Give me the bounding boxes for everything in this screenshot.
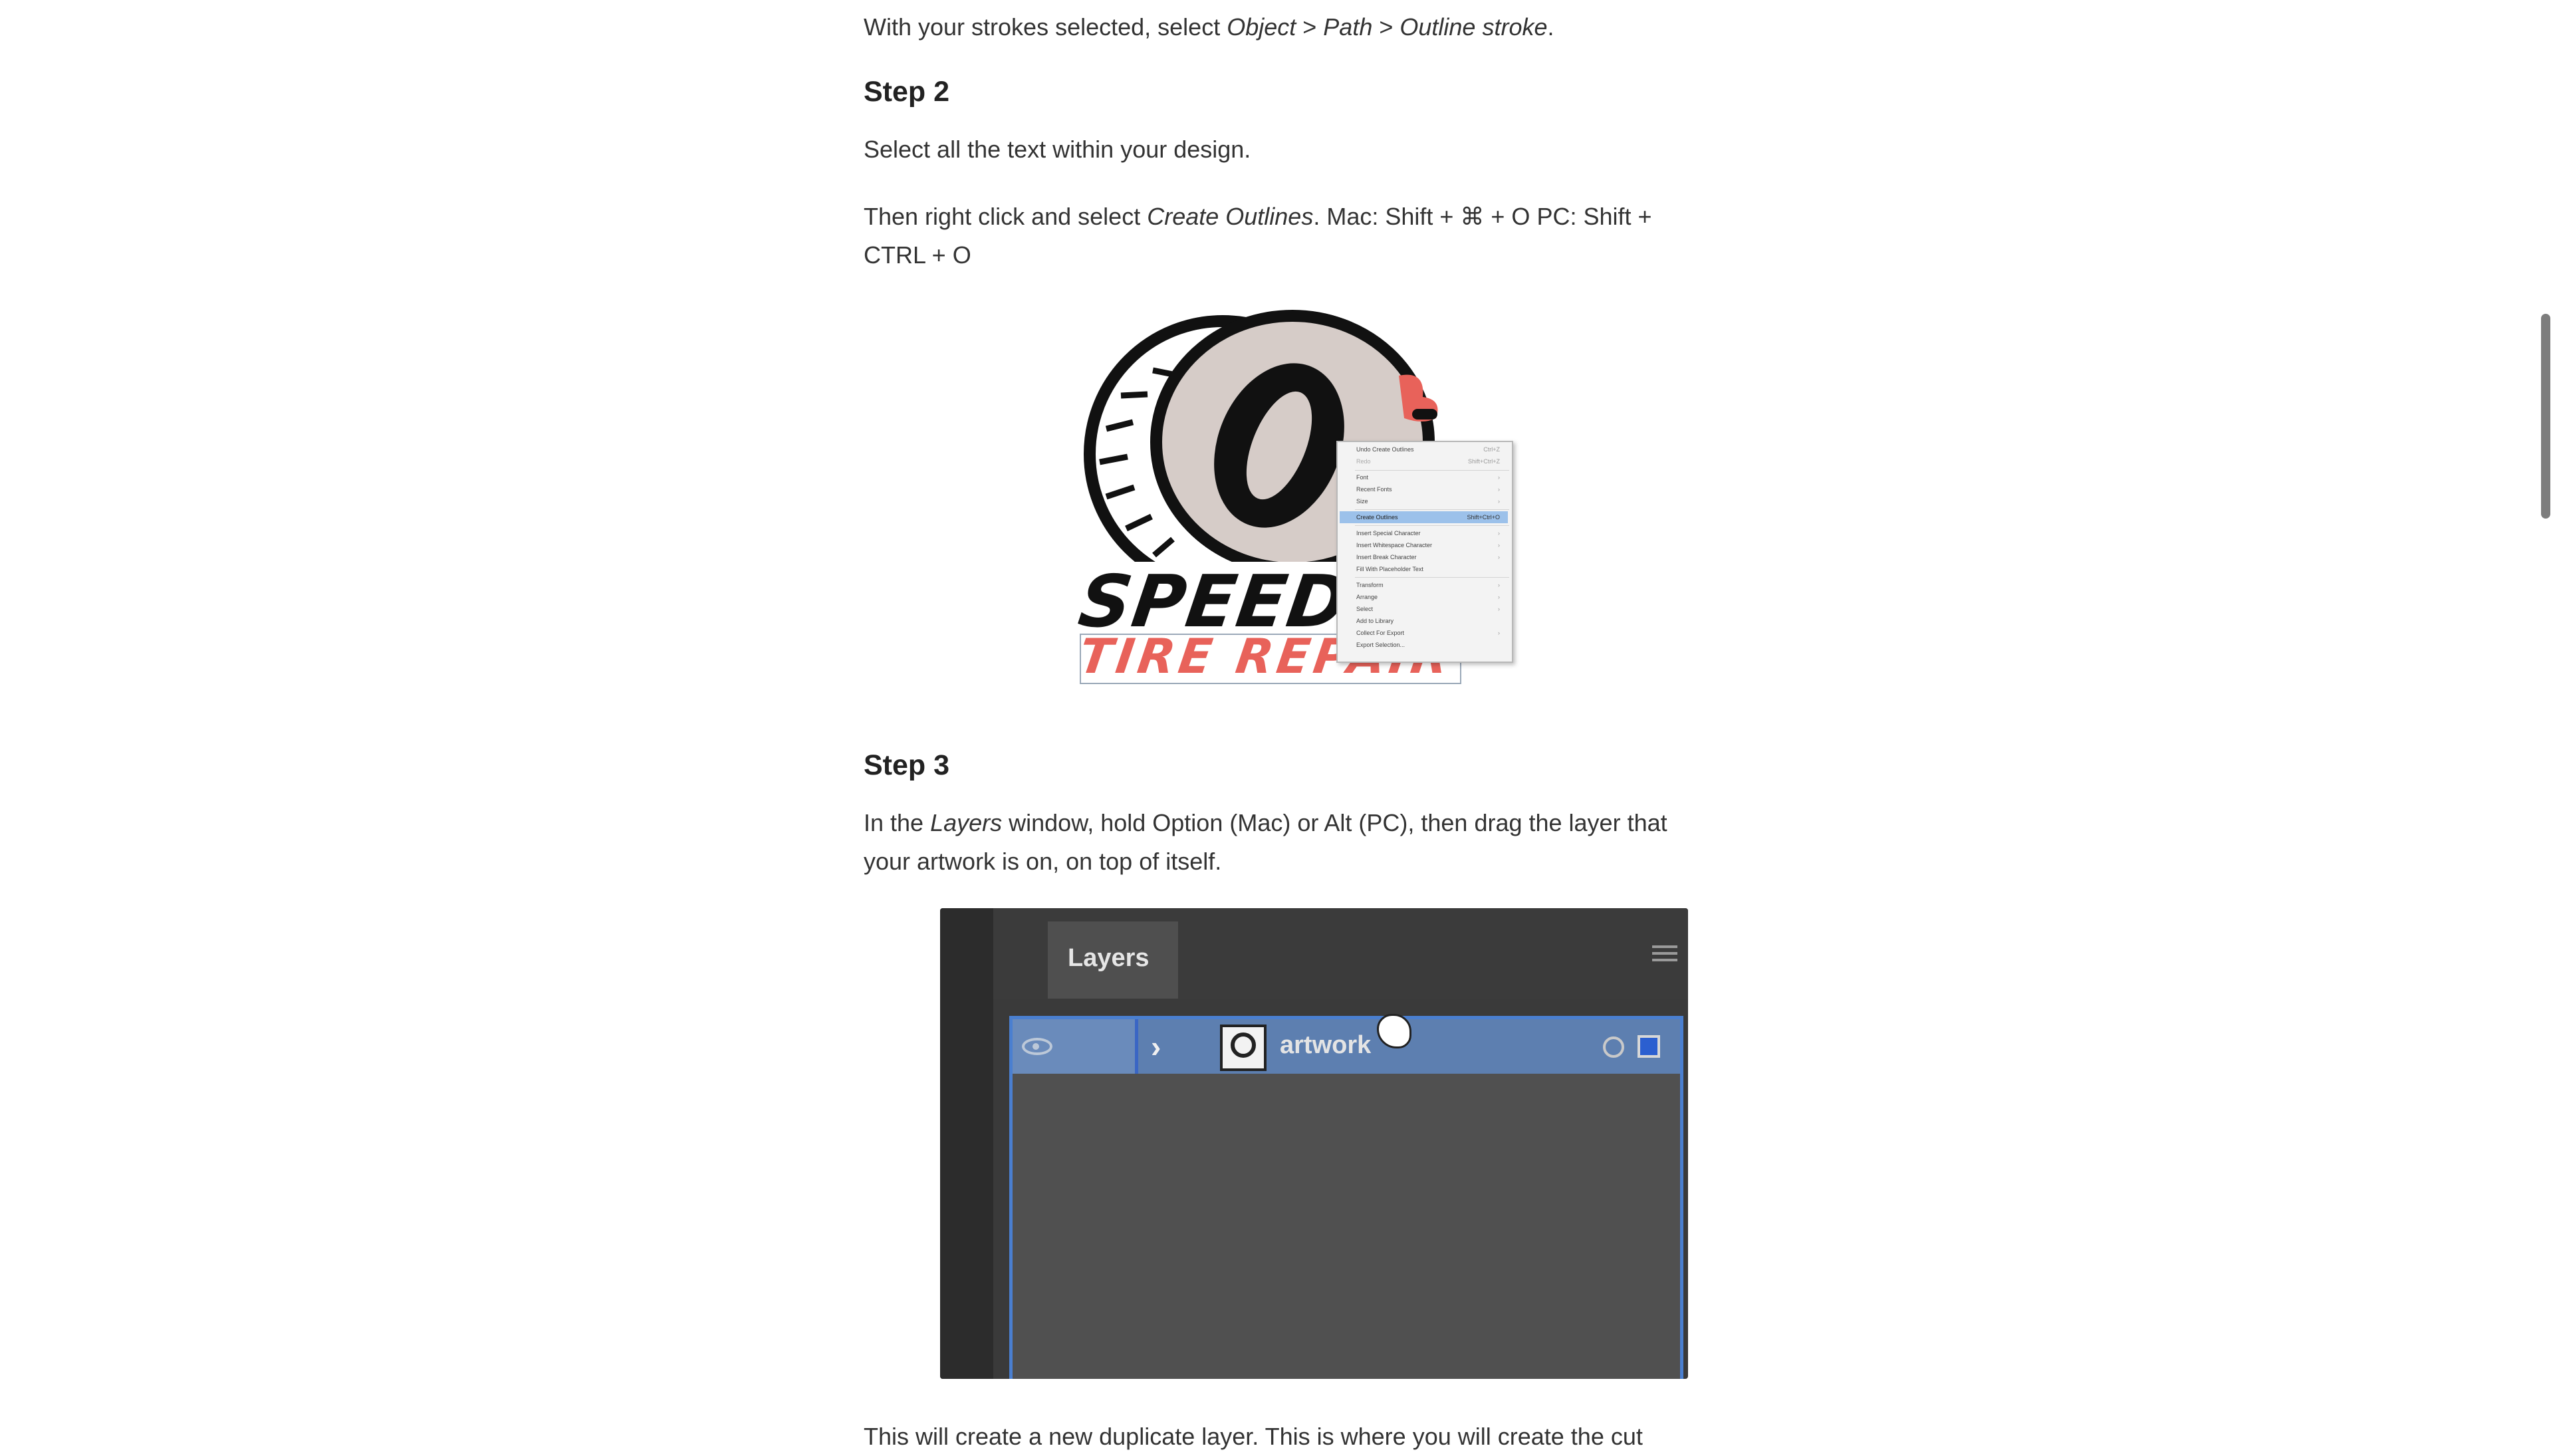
menu-item-shortcut: Shift+Ctrl+Z	[1467, 458, 1500, 465]
step1-outline-paragraph: With your strokes selected, select Objec…	[864, 8, 1688, 47]
menu-item-select[interactable]: Select ›	[1356, 603, 1508, 615]
submenu-arrow: ›	[1498, 498, 1500, 505]
step3-next-paragraph: This will create a new duplicate layer. …	[864, 1423, 1643, 1450]
menu-item-insert-whitespace[interactable]: Insert Whitespace Character ›	[1356, 539, 1508, 551]
submenu-arrow: ›	[1498, 582, 1500, 588]
layers-panel-figure: Layers › artwork	[940, 908, 1688, 1379]
menu-item-label: Select	[1356, 606, 1374, 612]
menu-item-redo[interactable]: Redo Shift+Ctrl+Z	[1356, 455, 1508, 467]
submenu-arrow: ›	[1498, 606, 1500, 612]
panel-tab-bar: Layers	[993, 908, 1688, 999]
step3-para-layers: In the Layers window, hold Option (Mac) …	[864, 804, 1688, 881]
menu-item-export-selection[interactable]: Export Selection...	[1356, 639, 1508, 651]
step2-heading: Step 2	[864, 76, 950, 108]
menu-item-placeholder-text[interactable]: Fill With Placeholder Text	[1356, 563, 1508, 575]
menu-item-label: Size	[1356, 498, 1368, 505]
submenu-arrow: ›	[1498, 554, 1500, 560]
target-circle-icon[interactable]	[1603, 1036, 1624, 1058]
text-run: Then right click and select	[864, 203, 1148, 230]
menu-item-collect-for-export[interactable]: Collect For Export ›	[1356, 627, 1508, 639]
panel-dock-strip	[940, 908, 993, 1379]
submenu-arrow: ›	[1498, 594, 1500, 600]
menu-item-recent-fonts[interactable]: Recent Fonts ›	[1356, 483, 1508, 495]
menu-item-font[interactable]: Font ›	[1356, 471, 1508, 483]
menu-outline-stroke-text: Outline stroke	[1399, 13, 1548, 41]
menu-item-transform[interactable]: Transform ›	[1356, 579, 1508, 591]
menu-item-label: Export Selection...	[1356, 642, 1405, 648]
tab-layers-label: Layers	[1068, 944, 1150, 972]
text-run: With your strokes selected, select	[864, 13, 1227, 41]
submenu-arrow: ›	[1498, 542, 1500, 548]
visibility-toggle[interactable]	[1013, 1019, 1138, 1074]
separator-text: >	[1372, 13, 1400, 41]
layer-thumbnail	[1220, 1025, 1267, 1071]
menu-item-label: Collect For Export	[1356, 630, 1405, 636]
menu-separator	[1355, 470, 1509, 471]
text-run: .	[1547, 13, 1554, 41]
speed-line-shape	[1412, 409, 1437, 420]
menu-item-label: Insert Special Character	[1356, 530, 1421, 537]
menu-item-create-outlines[interactable]: Create Outlines Shift+Ctrl+O	[1340, 511, 1508, 523]
menu-object-text: Object	[1227, 13, 1296, 41]
create-outlines-emphasis: Create Outlines	[1147, 203, 1314, 230]
chevron-right-icon[interactable]: ›	[1151, 1029, 1161, 1064]
step2-para-select-text: Select all the text within your design.	[864, 136, 1251, 163]
selection-square-icon[interactable]	[1638, 1035, 1660, 1058]
menu-item-shortcut: Shift+Ctrl+O	[1467, 514, 1500, 521]
submenu-arrow: ›	[1498, 486, 1500, 493]
layer-name-label[interactable]: artwork	[1280, 1031, 1371, 1060]
menu-item-label: Transform	[1356, 582, 1384, 588]
text-run: In the	[864, 809, 931, 836]
drag-hand-cursor-icon	[1377, 1014, 1411, 1048]
menu-separator	[1355, 509, 1509, 510]
menu-item-label: Undo Create Outlines	[1356, 446, 1414, 453]
menu-item-label: Font	[1356, 474, 1369, 481]
menu-item-shortcut: Ctrl+Z	[1483, 446, 1500, 453]
menu-item-undo[interactable]: Undo Create Outlines Ctrl+Z	[1356, 443, 1508, 455]
submenu-arrow: ›	[1498, 630, 1500, 636]
menu-separator	[1355, 525, 1509, 526]
menu-item-label: Fill With Placeholder Text	[1356, 566, 1423, 572]
submenu-arrow: ›	[1498, 474, 1500, 481]
menu-item-label: Recent Fonts	[1356, 486, 1392, 493]
context-menu: Undo Create Outlines Ctrl+Z Redo Shift+Ctr…	[1336, 441, 1513, 663]
step3-heading: Step 3	[864, 749, 950, 781]
menu-item-add-to-library[interactable]: Add to Library	[1356, 615, 1508, 627]
layers-list: › artwork	[1009, 1014, 1683, 1379]
menu-item-label: Insert Break Character	[1356, 554, 1417, 560]
submenu-arrow: ›	[1498, 530, 1500, 537]
menu-item-label: Create Outlines	[1356, 514, 1398, 521]
menu-item-label: Add to Library	[1356, 618, 1394, 624]
menu-item-label: Arrange	[1356, 594, 1378, 600]
menu-item-insert-special-character[interactable]: Insert Special Character ›	[1356, 527, 1508, 539]
layer-row-artwork[interactable]: › artwork	[1013, 1014, 1680, 1074]
step2-para-create-outlines: Then right click and select Create Outli…	[864, 197, 1688, 275]
layers-emphasis: Layers	[930, 809, 1003, 836]
panel-menu-icon[interactable]	[1652, 945, 1677, 965]
menu-separator	[1355, 577, 1509, 578]
menu-item-size[interactable]: Size ›	[1356, 495, 1508, 507]
eye-icon[interactable]	[1022, 1038, 1052, 1055]
separator-text: >	[1296, 13, 1324, 41]
create-outlines-figure: SPEED TIRE REPAIR Undo Create Outlines Ct…	[1074, 309, 1725, 701]
menu-item-label: Redo	[1356, 458, 1371, 465]
tab-layers[interactable]: Layers	[1048, 921, 1178, 999]
menu-item-label: Insert Whitespace Character	[1356, 542, 1433, 548]
menu-item-arrange[interactable]: Arrange ›	[1356, 591, 1508, 603]
menu-item-insert-break[interactable]: Insert Break Character ›	[1356, 551, 1508, 563]
scrollbar-thumb[interactable]	[2541, 314, 2550, 519]
page-scrollbar[interactable]	[2536, 0, 2553, 1435]
menu-path-text: Path	[1323, 13, 1373, 41]
